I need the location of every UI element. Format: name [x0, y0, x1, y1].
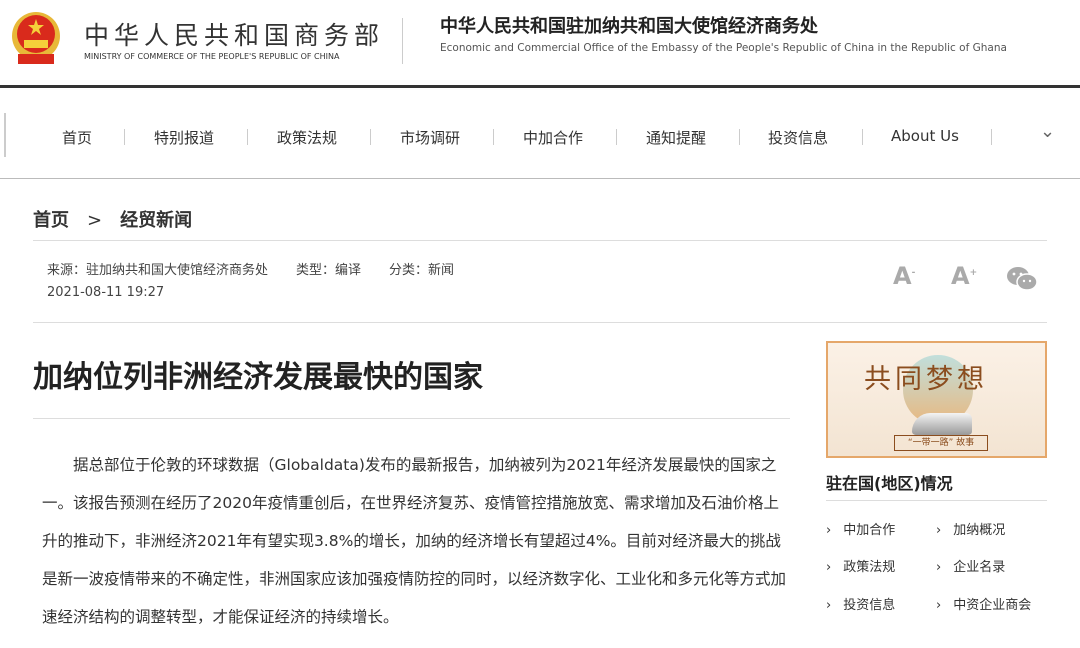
font-increase-button[interactable]: A+ [951, 262, 977, 290]
nav-cooperation[interactable]: 中加合作 [523, 127, 583, 148]
font-increase-icon: A [951, 262, 970, 290]
ministry-name-en: MINISTRY OF COMMERCE OF THE PEOPLE'S REP… [84, 52, 340, 61]
chevron-right-icon: › [826, 523, 832, 538]
ministry-name-cn: 中华人民共和国商务部 [84, 21, 385, 50]
nav-divider [247, 129, 248, 145]
plus-sup: + [969, 268, 978, 278]
chevron-right-icon: › [936, 560, 942, 575]
banner-tag: “一带一路” 故事 [894, 435, 988, 451]
main-nav: 首页 特别报道 政策法规 市场调研 中加合作 通知提醒 投资信息 About U… [0, 91, 1080, 179]
nav-divider [493, 129, 494, 145]
nav-left-bar [4, 113, 6, 157]
divider [826, 500, 1047, 501]
national-emblem-icon [12, 12, 60, 64]
nav-divider [370, 129, 371, 145]
divider [33, 418, 790, 419]
nav-special-reports[interactable]: 特别报道 [154, 127, 214, 148]
chevron-right-icon: › [826, 598, 832, 613]
divider [33, 240, 1047, 241]
breadcrumb-current: 经贸新闻 [120, 210, 193, 231]
link-label: 政策法规 [843, 560, 896, 575]
link-label: 加纳概况 [953, 523, 1006, 538]
office-name-en: Economic and Commercial Office of the Em… [440, 42, 1007, 54]
site-header: 中华人民共和国商务部 MINISTRY OF COMMERCE OF THE P… [0, 0, 1080, 88]
belt-road-banner[interactable]: 共同梦想 “一带一路” 故事 [826, 341, 1047, 458]
office-name-cn: 中华人民共和国驻加纳共和国大使馆经济商务处 [440, 16, 818, 37]
nav-about-us[interactable]: About Us [891, 127, 959, 145]
nav-divider [124, 129, 125, 145]
nav-investment[interactable]: 投资信息 [768, 127, 828, 148]
meta-category: 分类：新闻 [389, 263, 455, 278]
nav-divider [991, 129, 992, 145]
minus-sup: - [911, 268, 916, 278]
nav-divider [739, 129, 740, 145]
sidebar-link[interactable]: › 中资企业商会 [936, 594, 1031, 613]
banner-title: 共同梦想 [864, 364, 988, 395]
meta-date: 2021-08-11 19:27 [47, 285, 165, 300]
link-label: 中加合作 [843, 523, 896, 538]
breadcrumb: 首页 > 经贸新闻 [33, 206, 210, 232]
breadcrumb-home[interactable]: 首页 [33, 210, 69, 231]
article-meta: 来源：驻加纳共和国大使馆经济商务处 类型：编译 分类：新闻 [47, 259, 482, 278]
chevron-right-icon: › [936, 598, 942, 613]
font-decrease-icon: A [893, 262, 912, 290]
sidebar-link[interactable]: › 加纳概况 [936, 519, 1005, 538]
nav-notices[interactable]: 通知提醒 [646, 127, 706, 148]
sidebar-heading: 驻在国(地区)情况 [826, 474, 953, 493]
banner-train-image [912, 413, 972, 435]
sidebar-link[interactable]: › 中加合作 [826, 519, 895, 538]
nav-divider [616, 129, 617, 145]
article-body: 据总部位于伦敦的环球数据（Globaldata)发布的最新报告，加纳被列为202… [42, 456, 787, 626]
wechat-share-icon[interactable] [1006, 266, 1038, 292]
link-label: 投资信息 [843, 598, 896, 613]
divider [33, 322, 1047, 323]
header-divider [402, 18, 403, 64]
sidebar-link[interactable]: › 投资信息 [826, 594, 895, 613]
meta-source: 来源：驻加纳共和国大使馆经济商务处 [47, 263, 269, 278]
font-decrease-button[interactable]: A- [893, 262, 915, 290]
chevron-down-icon[interactable]: ⌄ [1040, 121, 1055, 142]
link-label: 中资企业商会 [953, 598, 1032, 613]
chevron-right-icon: › [826, 560, 832, 575]
sidebar-link[interactable]: › 政策法规 [826, 556, 895, 575]
article-title: 加纳位列非洲经济发展最快的国家 [33, 360, 483, 395]
nav-divider [862, 129, 863, 145]
nav-policies[interactable]: 政策法规 [277, 127, 337, 148]
sidebar-link[interactable]: › 企业名录 [936, 556, 1005, 575]
nav-market-research[interactable]: 市场调研 [400, 127, 460, 148]
nav-home[interactable]: 首页 [62, 127, 92, 148]
chevron-right-icon: › [936, 523, 942, 538]
link-label: 企业名录 [953, 560, 1006, 575]
breadcrumb-separator: > [87, 210, 103, 231]
meta-type: 类型：编译 [296, 263, 362, 278]
